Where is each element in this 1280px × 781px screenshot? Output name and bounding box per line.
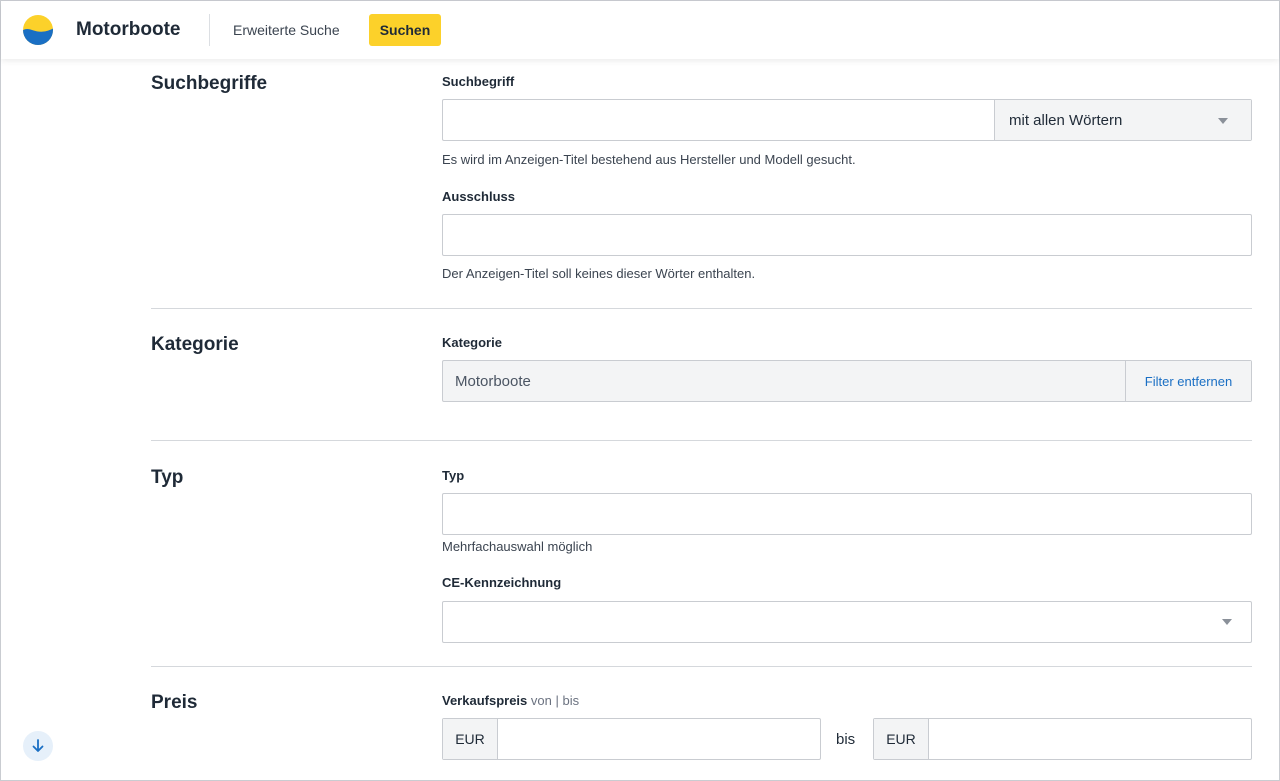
search-term-label: Suchbegriff <box>442 74 515 89</box>
price-label-main: Verkaufspreis <box>442 693 528 708</box>
scroll-down-button[interactable] <box>23 731 53 761</box>
category-value: Motorboote <box>455 373 531 390</box>
app-title: Motorboote <box>76 19 181 40</box>
ce-label: CE-Kennzeichnung <box>442 575 562 590</box>
category-label: Kategorie <box>442 335 502 350</box>
price-to-input[interactable] <box>930 719 1250 759</box>
advanced-search-link[interactable]: Erweiterte Suche <box>233 22 340 38</box>
exclude-label: Ausschluss <box>442 189 515 204</box>
arrow-down-icon <box>32 739 44 752</box>
currency-from: EUR <box>443 719 498 759</box>
search-term-hint: Es wird im Anzeigen-Titel bestehend aus … <box>442 152 856 167</box>
type-label: Typ <box>442 468 465 483</box>
exclude-field <box>442 214 1252 256</box>
section-title-preis: Preis <box>151 692 198 713</box>
search-term-group: mit allen Wörtern <box>442 99 1252 141</box>
section-title-kategorie: Kategorie <box>151 334 239 355</box>
price-between-label: bis <box>836 731 856 748</box>
price-label: Verkaufspreis von | bis <box>442 693 579 708</box>
match-mode-value: mit allen Wörtern <box>1009 111 1123 129</box>
wave-logo-icon[interactable] <box>22 14 54 46</box>
category-field: Motorboote Filter entfernen <box>442 360 1252 402</box>
type-hint: Mehrfachauswahl möglich <box>442 539 593 554</box>
section-divider <box>151 666 1252 667</box>
header-divider <box>209 14 210 46</box>
price-from-group: EUR <box>442 718 821 760</box>
price-from-input[interactable] <box>499 719 819 759</box>
type-multiselect[interactable] <box>442 493 1252 535</box>
section-title-typ: Typ <box>151 467 184 488</box>
chevron-down-icon <box>1218 118 1228 124</box>
exclude-input[interactable] <box>443 215 1251 255</box>
ce-select[interactable] <box>442 601 1252 643</box>
remove-filter-button[interactable]: Filter entfernen <box>1125 361 1251 401</box>
search-button[interactable]: Suchen <box>369 14 441 46</box>
search-term-input[interactable] <box>443 100 995 140</box>
section-divider <box>151 308 1252 309</box>
top-bar: Motorboote Erweiterte Suche Suchen <box>1 1 1279 59</box>
exclude-hint: Der Anzeigen-Titel soll keines dieser Wö… <box>442 266 756 281</box>
section-divider <box>151 440 1252 441</box>
section-title-suchbegriffe: Suchbegriffe <box>151 73 268 94</box>
currency-to: EUR <box>874 719 929 759</box>
price-to-group: EUR <box>873 718 1252 760</box>
chevron-down-icon <box>1222 619 1232 625</box>
price-label-sub: von | bis <box>530 693 580 708</box>
match-mode-select[interactable]: mit allen Wörtern <box>994 100 1251 140</box>
